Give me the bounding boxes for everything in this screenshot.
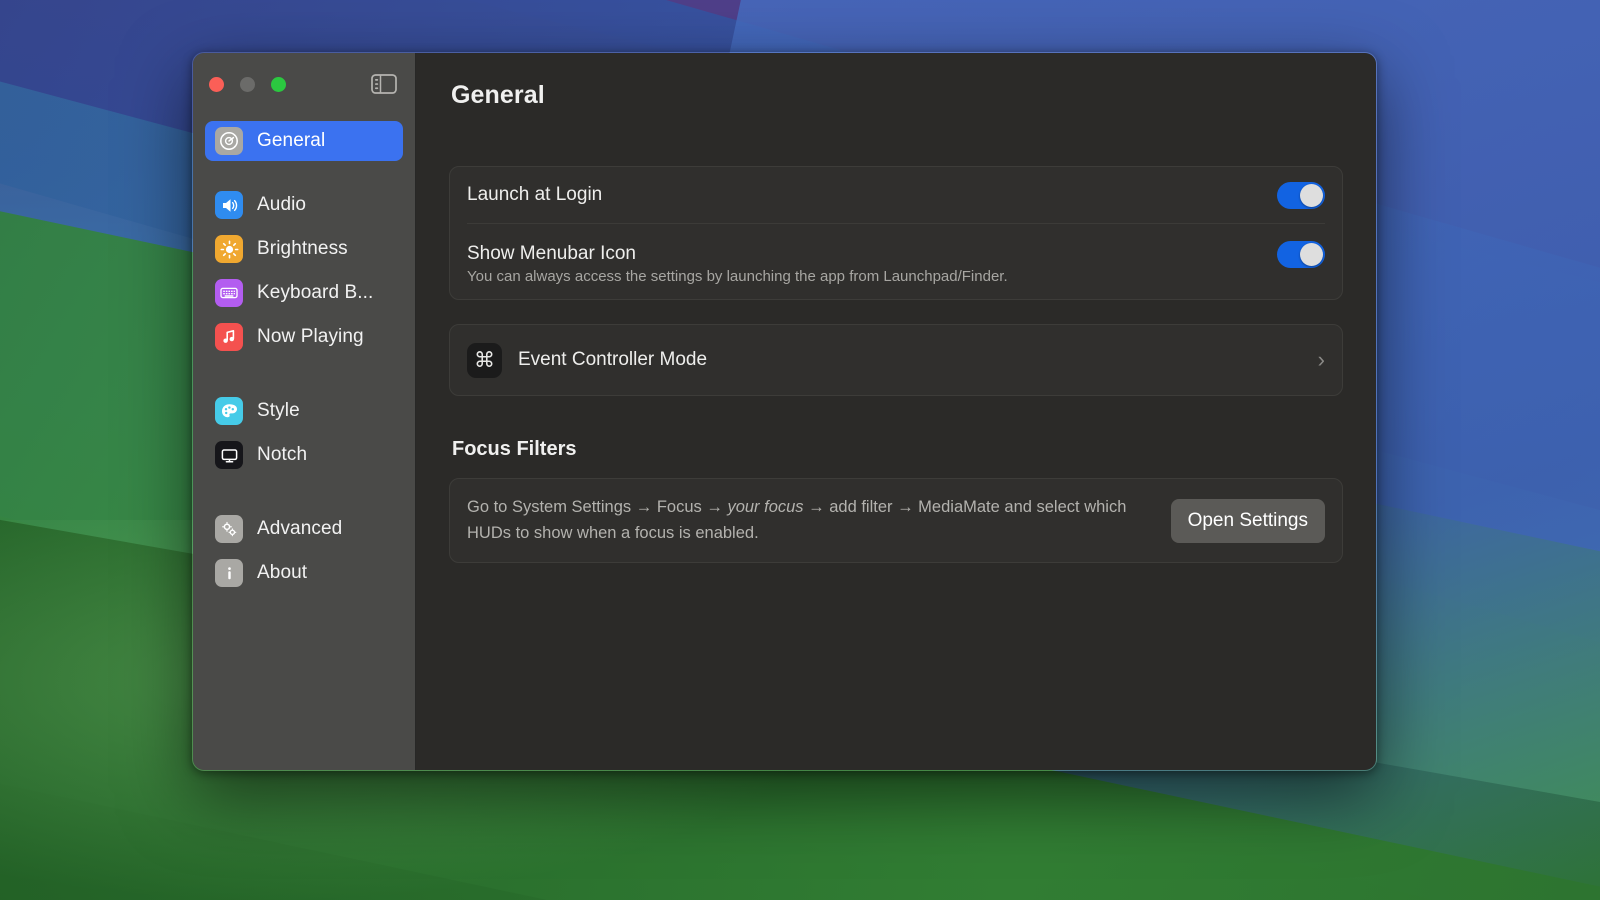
focus-filters-card: Go to System Settings → Focus → your foc… — [449, 478, 1343, 563]
content-pane: General Launch at Login Show Menubar Ico… — [416, 53, 1376, 770]
sidebar-item-brightness[interactable]: Brightness — [205, 229, 403, 269]
sidebar-item-now-playing[interactable]: Now Playing — [205, 317, 403, 357]
sidebar-item-label: Now Playing — [257, 326, 364, 348]
sidebar: General Audio — [193, 53, 416, 770]
launch-at-login-row: Launch at Login — [450, 167, 1342, 223]
event-controller-mode-card[interactable]: ⌘ Event Controller Mode › — [449, 324, 1343, 396]
sidebar-item-keyboard-brightness[interactable]: Keyboard B... — [205, 273, 403, 313]
show-menubar-icon-row: Show Menubar Icon — [450, 224, 1342, 274]
show-menubar-icon-description: You can always access the settings by la… — [450, 268, 1342, 299]
sidebar-item-notch[interactable]: Notch — [205, 435, 403, 475]
event-controller-mode-label: Event Controller Mode — [518, 349, 707, 371]
command-icon: ⌘ — [467, 343, 502, 378]
sidebar-item-label: Audio — [257, 194, 306, 216]
minimize-button[interactable] — [240, 77, 255, 92]
sidebar-toggle-icon[interactable] — [369, 72, 399, 96]
sidebar-item-advanced[interactable]: Advanced — [205, 509, 403, 549]
sidebar-item-label: About — [257, 562, 307, 584]
focus-filters-description: Go to System Settings → Focus → your foc… — [467, 495, 1171, 546]
speaker-icon — [215, 191, 243, 219]
keyboard-icon — [215, 279, 243, 307]
display-icon — [215, 441, 243, 469]
sidebar-item-label: Notch — [257, 444, 307, 466]
sidebar-item-label: General — [257, 130, 325, 152]
close-button[interactable] — [209, 77, 224, 92]
sidebar-item-label: Brightness — [257, 238, 348, 260]
sidebar-item-style[interactable]: Style — [205, 391, 403, 431]
zoom-button[interactable] — [271, 77, 286, 92]
focus-text-italic: your focus — [727, 498, 803, 516]
command-glyph: ⌘ — [474, 350, 495, 371]
launch-at-login-label: Launch at Login — [467, 184, 602, 206]
open-settings-button[interactable]: Open Settings — [1171, 499, 1325, 543]
nav-spacer — [205, 165, 403, 185]
show-menubar-icon-label: Show Menubar Icon — [467, 243, 636, 265]
page-title: General — [449, 53, 1343, 110]
sidebar-item-label: Advanced — [257, 518, 342, 540]
event-controller-mode-row[interactable]: ⌘ Event Controller Mode › — [450, 325, 1342, 395]
music-note-icon — [215, 323, 243, 351]
focus-filters-heading: Focus Filters — [449, 438, 1343, 461]
general-settings-card: Launch at Login Show Menubar Icon You ca… — [449, 166, 1343, 300]
sidebar-item-general[interactable]: General — [205, 121, 403, 161]
window-titlebar — [193, 53, 415, 115]
nav-spacer — [205, 361, 403, 391]
traffic-lights — [209, 77, 286, 92]
sidebar-item-audio[interactable]: Audio — [205, 185, 403, 225]
sidebar-item-label: Keyboard B... — [257, 282, 373, 304]
info-icon — [215, 559, 243, 587]
toggle-knob — [1300, 184, 1323, 207]
chevron-right-icon: › — [1318, 349, 1325, 371]
toggle-knob — [1300, 243, 1323, 266]
gear-icon — [215, 127, 243, 155]
desktop-wallpaper: General Audio — [0, 0, 1600, 900]
show-menubar-icon-toggle[interactable] — [1277, 241, 1325, 268]
sidebar-item-about[interactable]: About — [205, 553, 403, 593]
palette-icon — [215, 397, 243, 425]
settings-window: General Audio — [192, 52, 1377, 771]
gears-icon — [215, 515, 243, 543]
nav-spacer — [205, 479, 403, 509]
sidebar-nav: General Audio — [193, 115, 415, 597]
sidebar-item-label: Style — [257, 400, 300, 422]
sun-icon — [215, 235, 243, 263]
focus-filters-row: Go to System Settings → Focus → your foc… — [450, 479, 1342, 562]
launch-at-login-toggle[interactable] — [1277, 182, 1325, 209]
focus-text-part-1: Go to System Settings → Focus → — [467, 498, 727, 516]
